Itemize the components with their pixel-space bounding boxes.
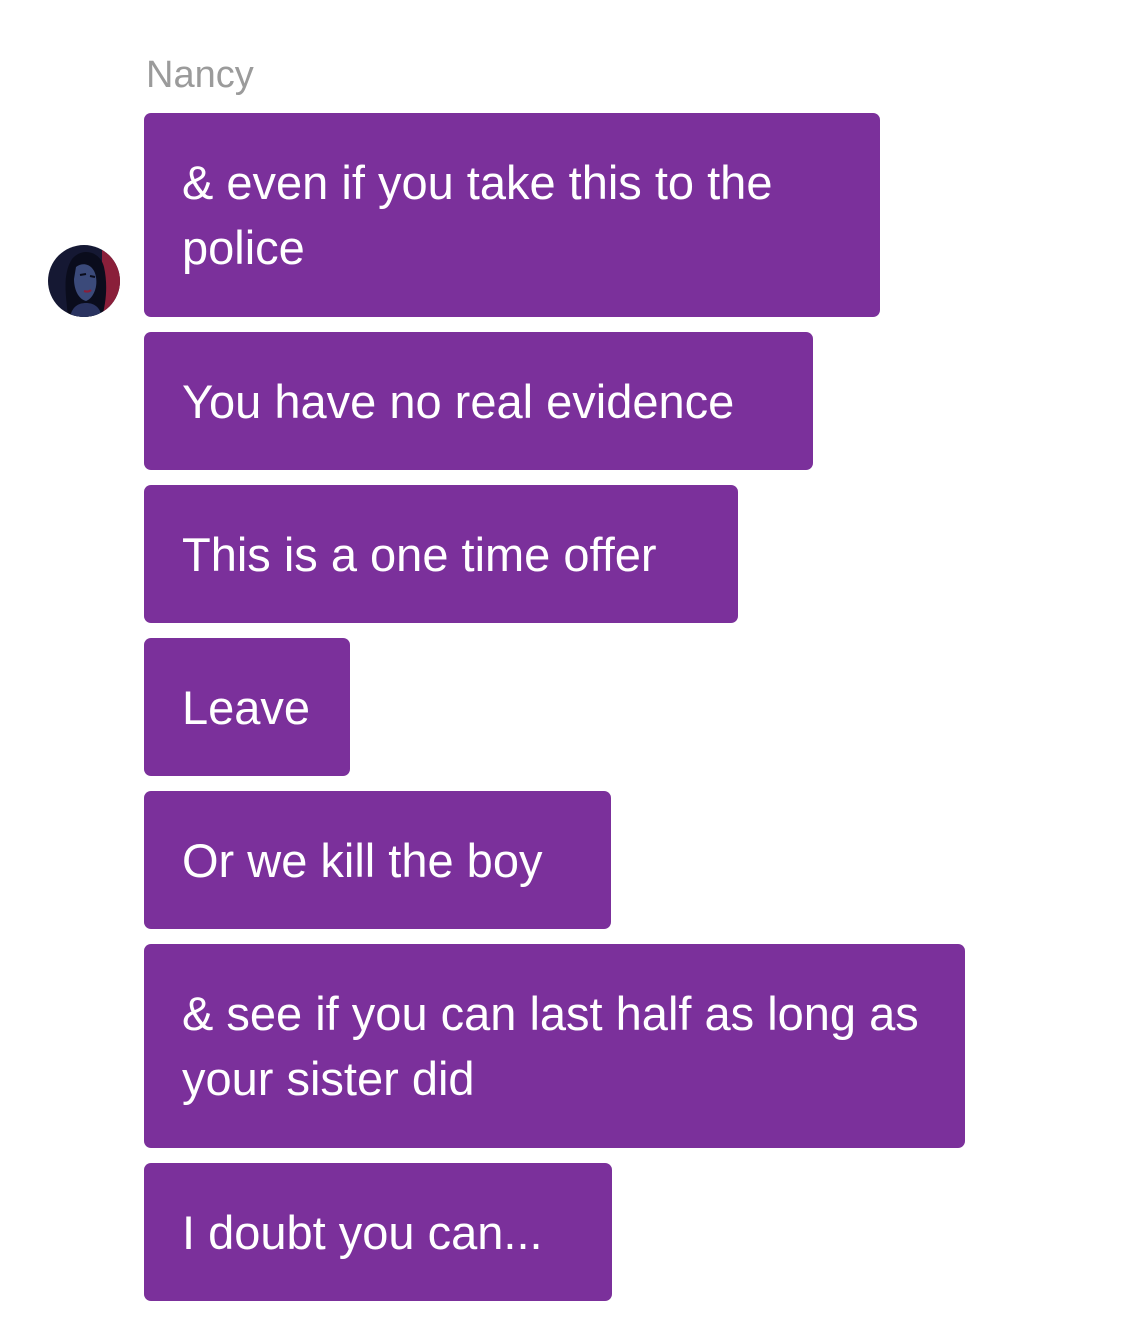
avatar-portrait-icon[interactable] [48, 245, 120, 317]
message-text: You have no real evidence [182, 374, 735, 428]
message-text: Leave [182, 680, 311, 734]
message-bubble[interactable]: I doubt you can... [144, 1163, 612, 1301]
sender-name: Nancy [146, 54, 254, 96]
message-bubble[interactable]: This is a one time offer [144, 485, 738, 623]
message-bubble[interactable]: & see if you can last half as long as yo… [144, 944, 965, 1148]
message-bubble[interactable]: & even if you take this to the police [144, 113, 880, 317]
message-bubble[interactable]: Or we kill the boy [144, 791, 611, 929]
message-text: & even if you take this to the police [182, 156, 773, 274]
message-bubble[interactable]: You have no real evidence [144, 332, 813, 470]
message-text: & see if you can last half as long as yo… [182, 987, 919, 1105]
message-bubble[interactable]: Leave [144, 638, 350, 776]
message-text: I doubt you can... [182, 1205, 543, 1259]
message-text: Or we kill the boy [182, 833, 543, 887]
message-text: This is a one time offer [182, 527, 657, 581]
